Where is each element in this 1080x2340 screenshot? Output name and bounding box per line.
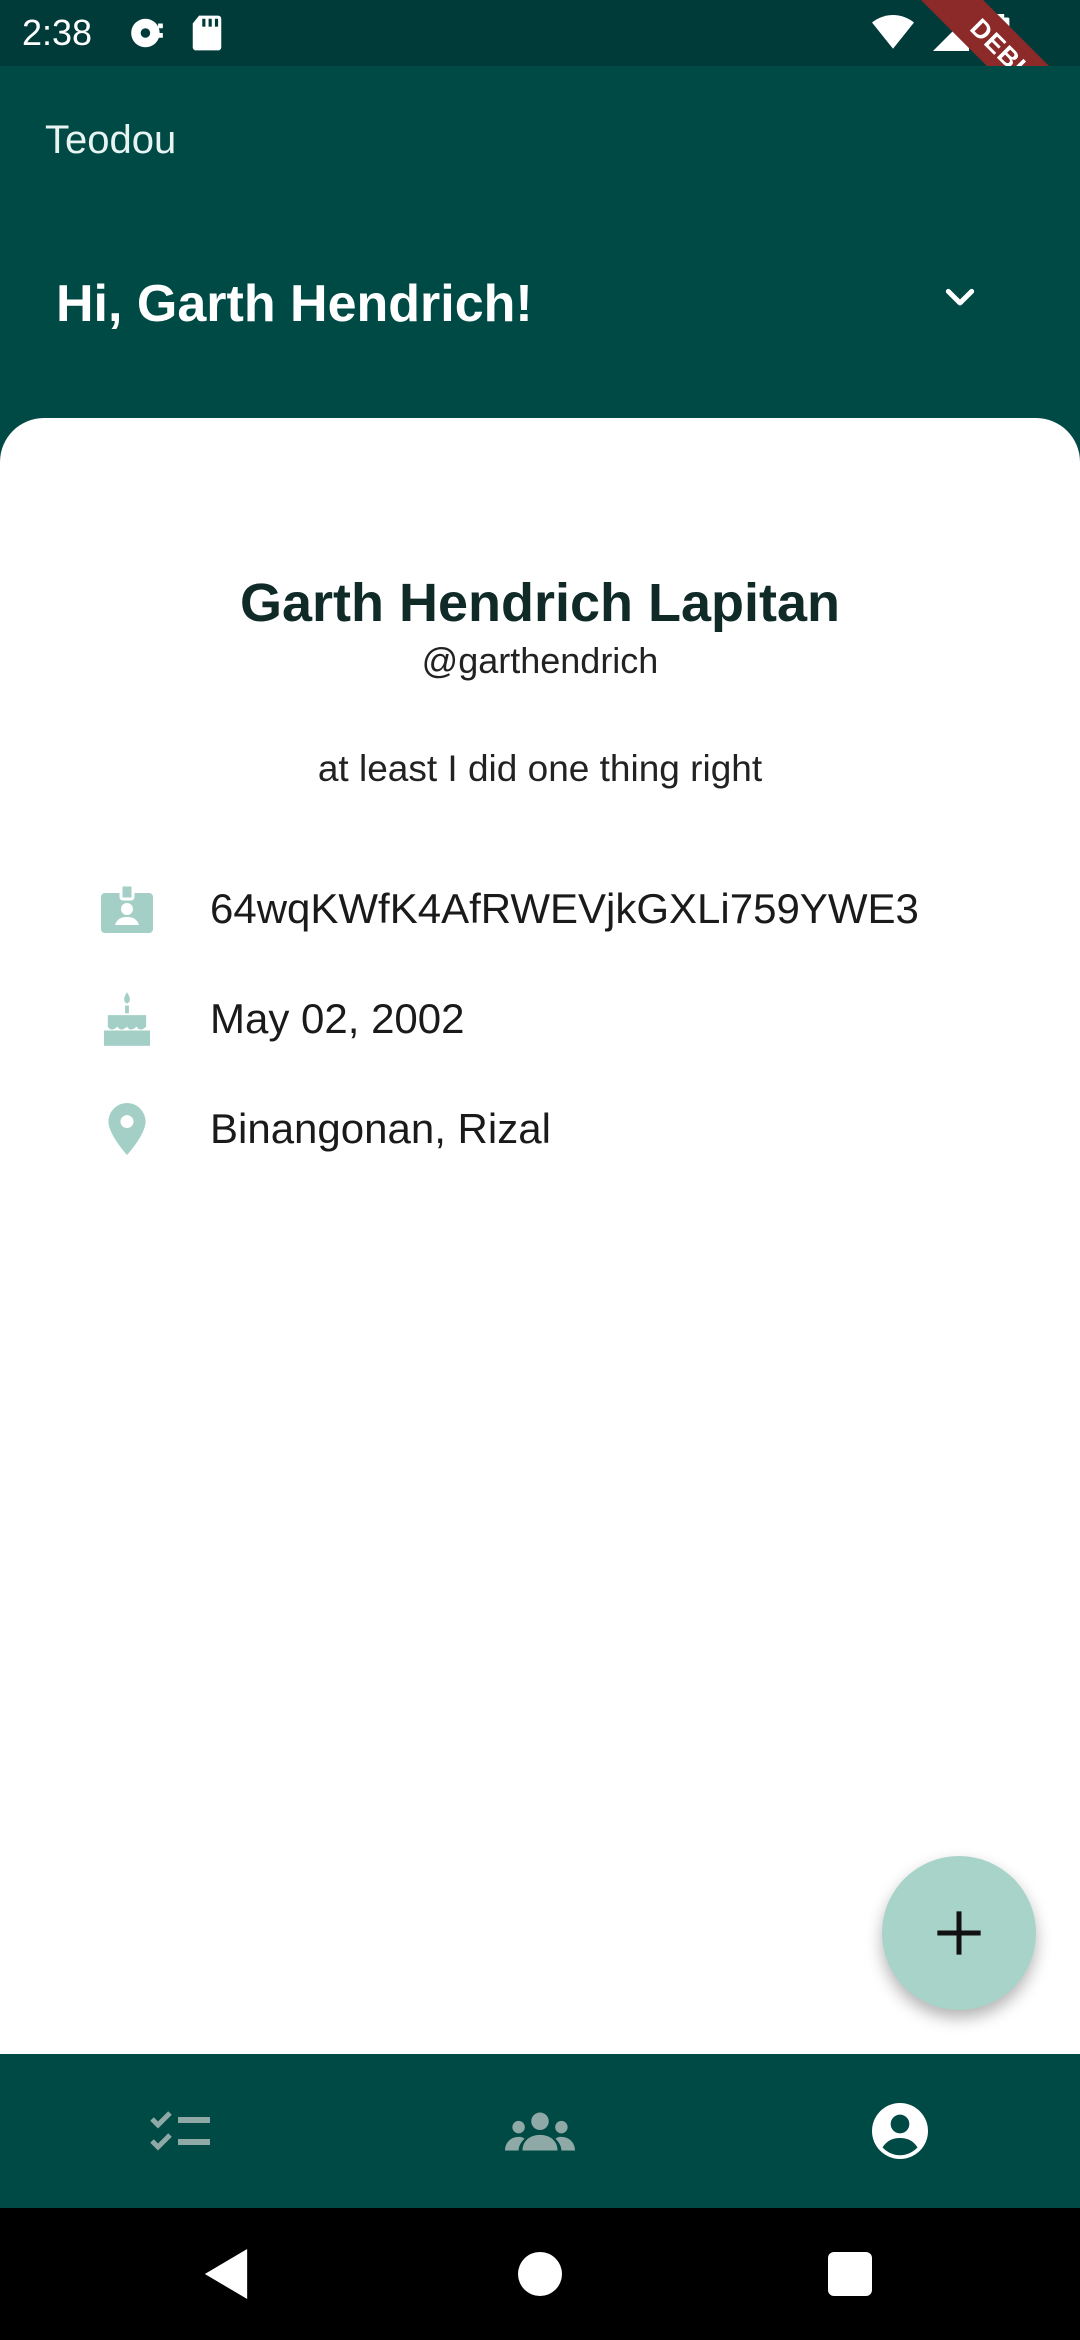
id-badge-icon: [100, 882, 154, 936]
group-icon: [505, 2112, 575, 2151]
info-row-location: Binangonan, Rizal: [100, 1094, 551, 1164]
plus-icon: [937, 1911, 981, 1955]
bottom-nav: [0, 2054, 1080, 2208]
recents-square-icon: [828, 2252, 872, 2296]
status-time: 2:38: [22, 12, 93, 53]
profile-full-name: Garth Hendrich Lapitan: [239, 573, 841, 633]
info-row-id: 64wqKWfK4AfRWEVjkGXLi759YWE3: [100, 874, 919, 944]
back-triangle-icon: [204, 2249, 248, 2299]
nav-item-profile[interactable]: [720, 2054, 1080, 2208]
app-header: Teodou Hi, Garth Hendrich!: [0, 66, 1080, 446]
chevron-down-icon[interactable]: [940, 278, 980, 323]
nav-item-tasks[interactable]: [0, 2054, 360, 2208]
info-row-birthday: May 02, 2002: [100, 984, 465, 1054]
profile-bio: at least I did one thing right: [317, 748, 763, 789]
nav-item-friends[interactable]: [360, 2054, 720, 2208]
media-icon: [131, 18, 163, 48]
status-bar: 2:38 DEBUG: [0, 0, 1080, 173]
back-button[interactable]: [146, 2208, 306, 2340]
location-pin-icon: [100, 1102, 154, 1156]
profile-username: @garthendrich: [421, 640, 659, 681]
info-user-id: 64wqKWfK4AfRWEVjkGXLi759YWE3: [210, 885, 919, 932]
account-circle-icon: [872, 2103, 928, 2159]
system-nav-bar: [0, 2208, 1080, 2340]
home-circle-icon: [518, 2252, 562, 2296]
info-location: Binangonan, Rizal: [210, 1105, 551, 1152]
greeting-title: Hi, Garth Hendrich!: [56, 275, 533, 333]
wifi-icon: [872, 15, 914, 49]
checklist-icon: [150, 2111, 210, 2151]
info-birthday: May 02, 2002: [210, 995, 465, 1042]
home-button[interactable]: [460, 2208, 620, 2340]
profile-sheet: Garth Hendrich Lapitan @garthendrich at …: [0, 418, 1080, 2054]
app-title: Teodou: [45, 118, 177, 162]
recents-button[interactable]: [770, 2208, 930, 2340]
add-fab-button[interactable]: [882, 1856, 1036, 2010]
sd-card-icon: [192, 15, 222, 51]
cake-icon: [100, 992, 154, 1046]
